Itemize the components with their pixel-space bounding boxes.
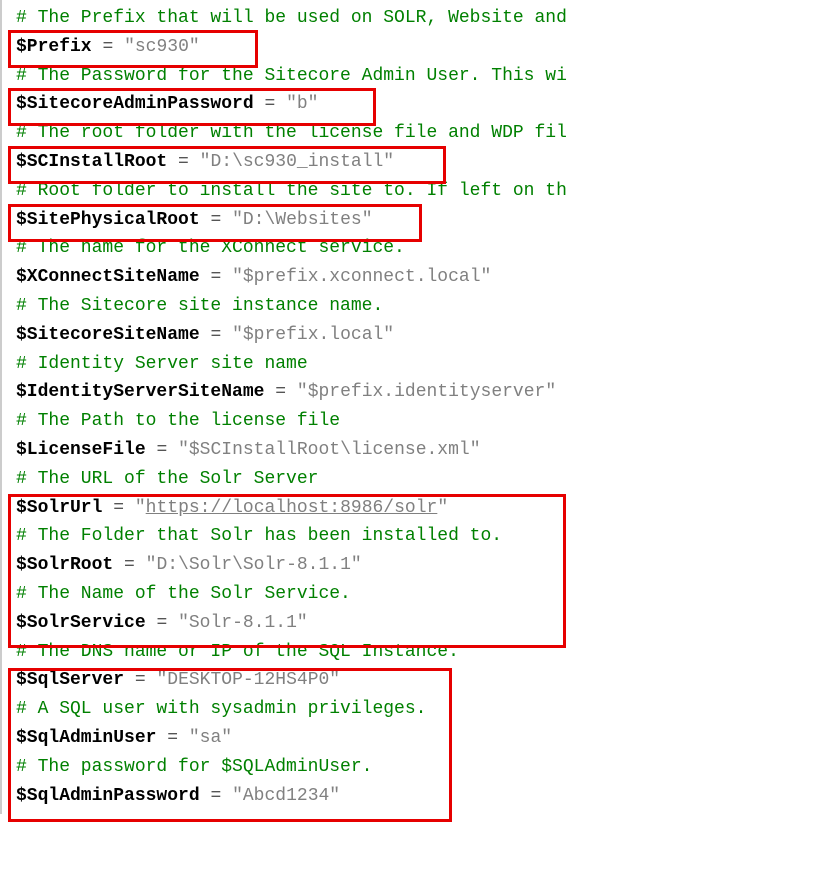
- var-prefix: $Prefix: [16, 37, 92, 57]
- comment-adminpw: # The Password for the Sitecore Admin Us…: [16, 66, 567, 86]
- var-xconnect: $XConnectSiteName: [16, 267, 200, 287]
- comment-sitename: # The Sitecore site instance name.: [16, 296, 383, 316]
- eq: =: [210, 786, 221, 806]
- val-idserver: "$prefix.identityserver": [297, 382, 556, 402]
- val-solrurl-close: ": [437, 498, 448, 518]
- eq: =: [275, 382, 286, 402]
- val-solrroot: "D:\Solr\Solr-8.1.1": [146, 555, 362, 575]
- var-solrurl: $SolrUrl: [16, 498, 102, 518]
- var-adminpw: $SitecoreAdminPassword: [16, 94, 254, 114]
- comment-idserver: # Identity Server site name: [16, 354, 308, 374]
- eq: =: [210, 325, 221, 345]
- var-installroot: $SCInstallRoot: [16, 152, 167, 172]
- eq: =: [167, 728, 178, 748]
- eq: =: [178, 152, 189, 172]
- comment-sqlpw: # The password for $SQLAdminUser.: [16, 757, 372, 777]
- var-sitename: $SitecoreSiteName: [16, 325, 200, 345]
- var-license: $LicenseFile: [16, 440, 146, 460]
- comment-installroot: # The root folder with the license file …: [16, 123, 567, 143]
- val-solrurl-link: https://localhost:8986/solr: [146, 498, 438, 518]
- eq: =: [135, 670, 146, 690]
- val-sqluser: "sa": [189, 728, 232, 748]
- eq: =: [156, 440, 167, 460]
- eq: =: [210, 267, 221, 287]
- eq: =: [124, 555, 135, 575]
- var-solrservice: $SolrService: [16, 613, 146, 633]
- eq: =: [264, 94, 275, 114]
- val-sitename: "$prefix.local": [232, 325, 394, 345]
- comment-solrroot: # The Folder that Solr has been installe…: [16, 526, 502, 546]
- var-sqlserver: $SqlServer: [16, 670, 124, 690]
- val-sqlserver: "DESKTOP-12HS4P0": [156, 670, 340, 690]
- var-sqluser: $SqlAdminUser: [16, 728, 156, 748]
- val-installroot: "D:\sc930_install": [200, 152, 394, 172]
- val-physroot: "D:\Websites": [232, 210, 372, 230]
- comment-prefix: # The Prefix that will be used on SOLR, …: [16, 8, 567, 28]
- var-physroot: $SitePhysicalRoot: [16, 210, 200, 230]
- code-block: # The Prefix that will be used on SOLR, …: [0, 0, 831, 814]
- val-prefix: "sc930": [124, 37, 200, 57]
- var-idserver: $IdentityServerSiteName: [16, 382, 264, 402]
- comment-solrurl: # The URL of the Solr Server: [16, 469, 318, 489]
- eq: =: [113, 498, 124, 518]
- val-sqlpw: "Abcd1234": [232, 786, 340, 806]
- var-sqlpw: $SqlAdminPassword: [16, 786, 200, 806]
- comment-sqluser: # A SQL user with sysadmin privileges.: [16, 699, 426, 719]
- val-xconnect: "$prefix.xconnect.local": [232, 267, 491, 287]
- eq: =: [210, 210, 221, 230]
- val-solrurl-open: ": [135, 498, 146, 518]
- comment-license: # The Path to the license file: [16, 411, 340, 431]
- eq: =: [156, 613, 167, 633]
- comment-physroot: # Root folder to install the site to. If…: [16, 181, 567, 201]
- eq: =: [102, 37, 113, 57]
- val-license: "$SCInstallRoot\license.xml": [178, 440, 480, 460]
- val-adminpw: "b": [286, 94, 318, 114]
- comment-sqlinstance: # The DNS name or IP of the SQL Instance…: [16, 642, 459, 662]
- val-solrservice: "Solr-8.1.1": [178, 613, 308, 633]
- comment-xconnect: # The name for the XConnect service.: [16, 238, 405, 258]
- comment-solrservice: # The Name of the Solr Service.: [16, 584, 351, 604]
- var-solrroot: $SolrRoot: [16, 555, 113, 575]
